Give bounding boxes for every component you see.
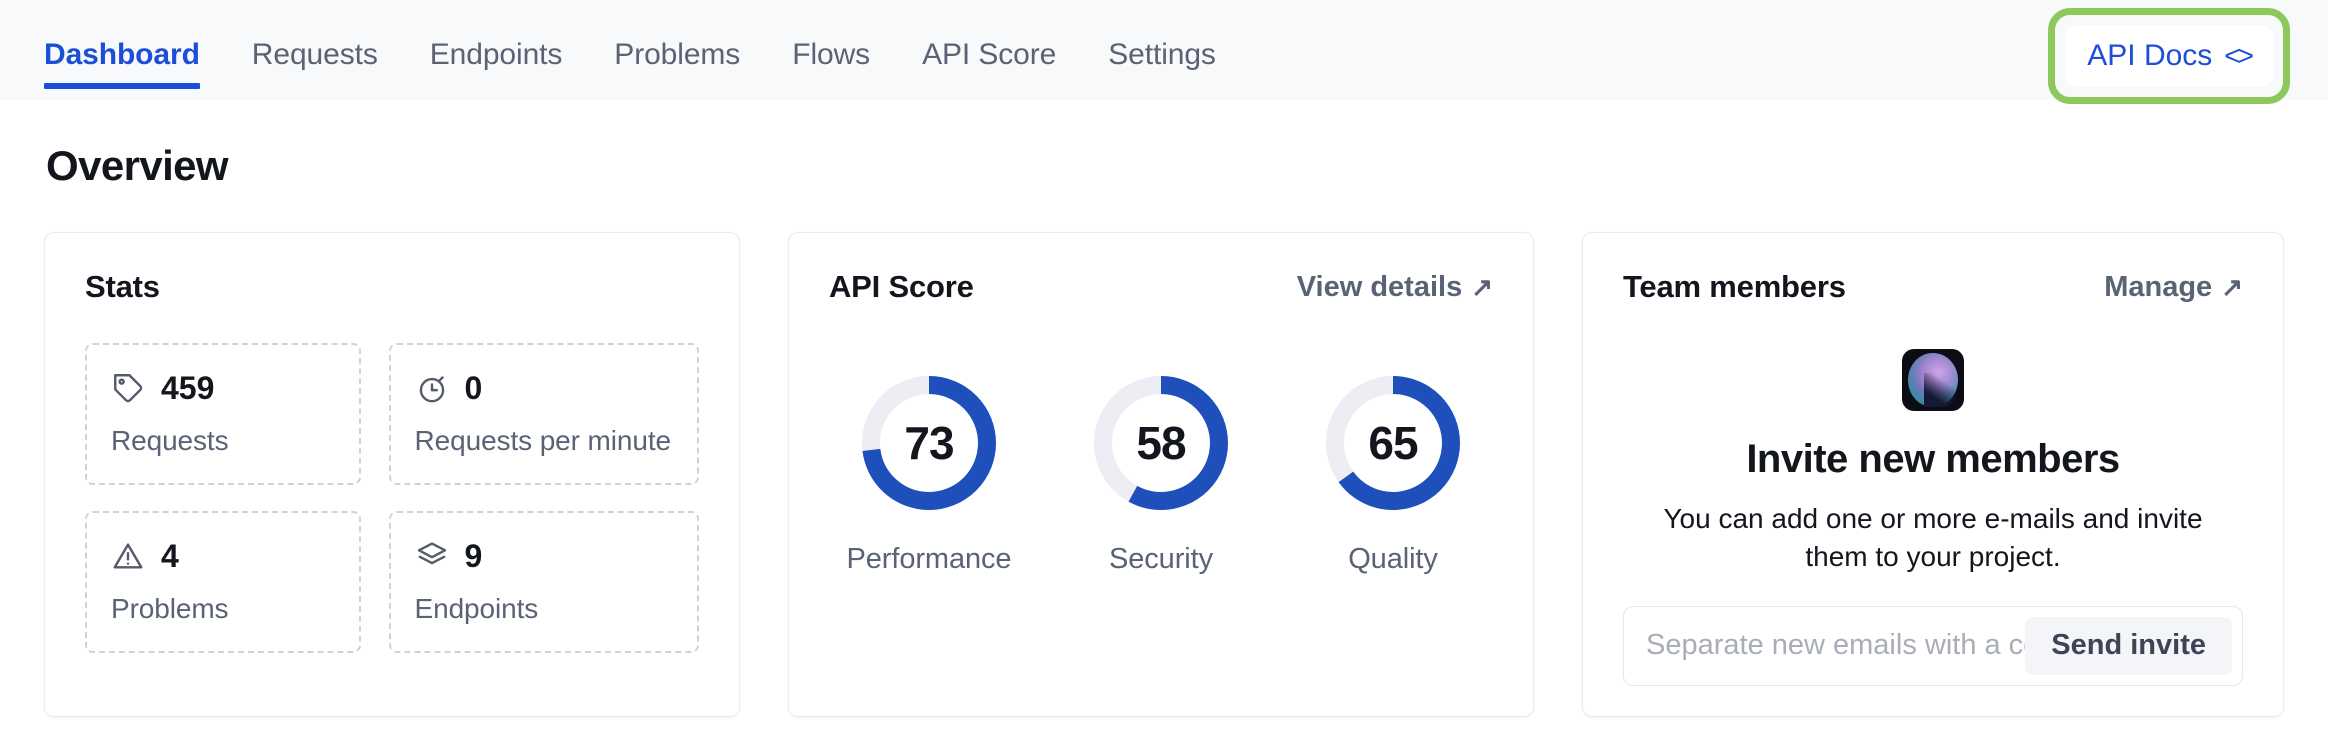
api-docs-label: API Docs bbox=[2087, 39, 2213, 72]
manage-label: Manage bbox=[2104, 270, 2213, 303]
invite-description: You can add one or more e-mails and invi… bbox=[1663, 503, 2203, 572]
arrow-up-right-icon: ↗ bbox=[1471, 272, 1493, 302]
top-navigation-bar: Dashboard Requests Endpoints Problems Fl… bbox=[0, 0, 2328, 104]
stat-endpoints[interactable]: 9 Endpoints bbox=[388, 511, 699, 653]
donut-value-quality: 65 bbox=[1368, 417, 1418, 469]
warning-triangle-icon bbox=[111, 539, 145, 573]
donut-label-quality: Quality bbox=[1348, 543, 1438, 575]
view-details-label: View details bbox=[1296, 270, 1463, 303]
stat-rpm-value: 0 bbox=[464, 370, 483, 406]
stat-rpm-label: Requests per minute bbox=[414, 425, 672, 456]
api-score-card-header: API Score View details ↗ bbox=[829, 269, 1493, 305]
tab-api-score[interactable]: API Score bbox=[896, 40, 1082, 100]
stat-requests-value: 459 bbox=[161, 370, 215, 406]
stat-requests-per-minute[interactable]: 0 Requests per minute bbox=[388, 343, 699, 485]
donut-label-performance: Performance bbox=[846, 543, 1012, 575]
donut-label-security: Security bbox=[1109, 543, 1213, 575]
api-score-card: API Score View details ↗ 73 Performance 58… bbox=[788, 232, 1534, 717]
stats-card-title: Stats bbox=[85, 269, 160, 304]
avatar-shade bbox=[1924, 373, 1958, 407]
donut-value-security: 58 bbox=[1136, 417, 1186, 469]
stat-problems-top: 4 bbox=[111, 539, 333, 573]
layers-icon bbox=[415, 539, 449, 573]
send-invite-button[interactable]: Send invite bbox=[2025, 616, 2232, 675]
tab-dashboard[interactable]: Dashboard bbox=[44, 40, 226, 100]
arrow-up-right-icon: ↗ bbox=[2221, 272, 2243, 302]
stat-requests[interactable]: 459 Requests bbox=[85, 343, 361, 485]
donut-ring-security: 58 bbox=[1085, 367, 1237, 519]
donut-security: 58 Security bbox=[1061, 367, 1261, 576]
api-docs-button[interactable]: API Docs <> bbox=[2065, 25, 2273, 87]
api-score-donut-chart: 73 Performance 58 Security 65 Quality bbox=[829, 367, 1493, 576]
stats-card-header: Stats bbox=[85, 269, 699, 305]
tab-requests[interactable]: Requests bbox=[226, 40, 404, 100]
manage-link[interactable]: Manage ↗ bbox=[2104, 271, 2243, 304]
donut-value-performance: 73 bbox=[904, 417, 954, 469]
stat-endpoints-label: Endpoints bbox=[414, 593, 539, 624]
stat-problems-label: Problems bbox=[111, 593, 229, 624]
stat-requests-label: Requests bbox=[111, 425, 229, 456]
code-brackets-icon: <> bbox=[2224, 40, 2254, 71]
invite-section: Invite new members You can add one or mo… bbox=[1623, 349, 2243, 686]
stat-endpoints-value: 9 bbox=[464, 538, 483, 574]
stat-problems-value: 4 bbox=[161, 538, 179, 574]
donut-performance: 73 Performance bbox=[829, 367, 1029, 576]
api-score-card-title: API Score bbox=[829, 269, 974, 304]
tag-icon bbox=[111, 371, 145, 405]
stat-requests-top: 459 bbox=[111, 371, 333, 405]
stat-rpm-top: 0 bbox=[415, 371, 671, 405]
invite-title: Invite new members bbox=[1746, 437, 2120, 481]
donut-ring-performance: 73 bbox=[853, 367, 1005, 519]
tab-settings[interactable]: Settings bbox=[1082, 40, 1242, 100]
stat-endpoints-top: 9 bbox=[415, 539, 671, 573]
team-members-card-title: Team members bbox=[1623, 269, 1846, 304]
team-members-card: Team members Manage ↗ Invite new members… bbox=[1582, 232, 2284, 717]
avatar bbox=[1902, 349, 1964, 411]
tab-flows[interactable]: Flows bbox=[766, 40, 896, 100]
invite-email-field-wrapper: Send invite bbox=[1623, 605, 2243, 686]
view-details-link[interactable]: View details ↗ bbox=[1297, 271, 1493, 304]
main-tabs: Dashboard Requests Endpoints Problems Fl… bbox=[44, 0, 1242, 100]
donut-ring-quality: 65 bbox=[1317, 367, 1469, 519]
api-docs-highlight-box: API Docs <> bbox=[2048, 8, 2290, 104]
tab-problems[interactable]: Problems bbox=[588, 40, 766, 100]
tab-endpoints[interactable]: Endpoints bbox=[404, 40, 589, 100]
page-title: Overview bbox=[46, 142, 229, 189]
team-members-card-header: Team members Manage ↗ bbox=[1623, 269, 2243, 305]
stats-grid: 459 Requests 0 Requests per minute 4 Pro… bbox=[85, 343, 699, 653]
donut-quality: 65 Quality bbox=[1293, 367, 1493, 576]
stopwatch-icon bbox=[415, 371, 449, 405]
main-content: Overview Stats 459 Requests 0 Requests p… bbox=[0, 142, 2328, 717]
stat-problems[interactable]: 4 Problems bbox=[85, 511, 361, 653]
stats-card: Stats 459 Requests 0 Requests per minute… bbox=[44, 232, 740, 717]
overview-cards: Stats 459 Requests 0 Requests per minute… bbox=[44, 232, 2284, 717]
